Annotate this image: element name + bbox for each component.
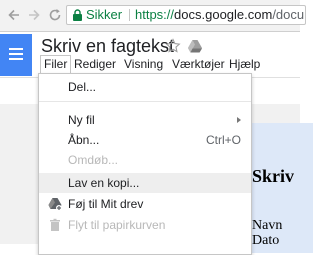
docs-home-icon[interactable] [0,34,32,76]
browser-toolbar: Sikker https://docs.google.com/document/… [0,0,306,32]
menu-item-open[interactable]: Åbn... Ctrl+O [39,130,251,150]
menu-separator [39,101,251,102]
lock-icon [73,9,82,21]
document-text-line: Navn [252,218,283,233]
url-text: https://docs.google.com/document/d/1fR [135,6,305,24]
submenu-arrow-icon [237,117,241,123]
address-bar[interactable]: Sikker https://docs.google.com/document/… [66,5,306,25]
menu-view[interactable]: Visning [122,56,165,73]
security-label: Sikker [86,7,123,22]
menu-help[interactable]: Hjælp [227,56,262,73]
menu-item-label: Ny fil [68,113,95,127]
menu-item-make-copy[interactable]: Lav en kopi... [39,173,251,193]
drive-add-icon [48,198,62,211]
address-separator [129,9,130,21]
menu-edit[interactable]: Rediger [72,56,118,73]
star-icon[interactable] [165,38,181,54]
move-to-folder-icon[interactable] [187,38,203,54]
url-path: /document/d/1fR [272,7,305,22]
menu-item-label: Omdøb... [68,153,119,167]
menu-item-label: Åbn... [68,133,100,147]
file-menu-dropdown: Del... Ny fil Åbn... Ctrl+O Omdøb... Lav… [38,73,252,255]
menu-item-add-to-my-drive[interactable]: Føj til Mit drev [39,194,251,214]
menu-item-shortcut: Ctrl+O [205,133,241,147]
forward-arrow-icon[interactable] [26,7,42,23]
url-host: docs.google.com [174,7,273,22]
document-text-line: Dato [252,233,280,248]
menu-item-label: Flyt til papirkurven [68,218,166,232]
menu-item-share[interactable]: Del... [39,77,251,97]
url-scheme: https:// [135,7,175,22]
reload-icon[interactable] [47,7,63,23]
menu-item-rename: Omdøb... [39,150,251,170]
document-title[interactable]: Skriv en fagtekst [41,36,174,57]
menu-tools[interactable]: Værktøjer [170,56,227,73]
menu-item-label: Føj til Mit drev [68,197,144,211]
menu-item-new-file[interactable]: Ny fil [39,110,251,130]
trash-icon [50,218,60,231]
back-arrow-icon[interactable] [6,7,22,23]
menu-item-label: Del... [68,80,97,94]
menu-item-label: Lav en kopi... [68,176,140,190]
menu-item-move-to-trash: Flyt til papirkurven [39,215,251,235]
document-heading: Skriv [252,166,295,186]
menu-file[interactable]: Filer [40,55,72,74]
